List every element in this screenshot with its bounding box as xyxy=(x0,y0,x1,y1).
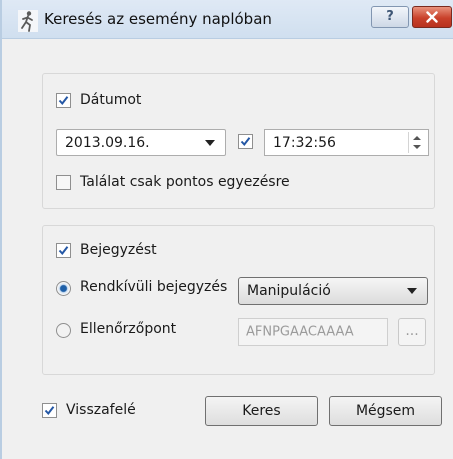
search-button[interactable]: Keres xyxy=(205,396,318,426)
help-button-label: ? xyxy=(386,9,394,24)
date-picker[interactable]: 2013.09.16. xyxy=(56,129,226,156)
entry-checkbox[interactable] xyxy=(56,243,71,258)
exact-match-checkbox[interactable] xyxy=(56,175,71,190)
time-value: 17:32:56 xyxy=(273,134,336,151)
date-checkbox[interactable] xyxy=(56,93,71,108)
browse-checkpoint-button[interactable]: ... xyxy=(398,318,426,346)
entry-checkbox-label: Bejegyzést xyxy=(80,242,157,258)
title-bar: Keresés az esemény naplóban ? xyxy=(2,0,453,39)
running-person-icon xyxy=(18,10,38,32)
backward-label: Visszafelé xyxy=(66,402,136,418)
time-spinbox[interactable]: 17:32:56 xyxy=(264,129,429,156)
check-icon xyxy=(58,246,69,256)
checkpoint-radio[interactable] xyxy=(56,323,71,338)
close-button[interactable] xyxy=(412,6,452,28)
time-checkbox[interactable] xyxy=(238,134,253,149)
spin-down-icon[interactable] xyxy=(413,145,421,149)
special-entry-select-value: Manipuláció xyxy=(247,283,331,299)
chevron-down-icon xyxy=(407,288,417,294)
cancel-button[interactable]: Mégsem xyxy=(329,396,442,426)
checkpoint-label: Ellenőrzőpont xyxy=(80,321,177,337)
date-checkbox-label: Dátumot xyxy=(80,92,142,108)
search-event-log-dialog: Keresés az esemény naplóban ? Dátumot 20… xyxy=(0,0,453,459)
checkpoint-field[interactable]: AFNPGAACAAAA xyxy=(238,318,388,346)
special-entry-label: Rendkívüli bejegyzés xyxy=(80,279,228,295)
chevron-down-icon xyxy=(205,139,215,146)
ellipsis-icon: ... xyxy=(405,323,419,339)
time-spin-buttons[interactable] xyxy=(408,132,426,153)
exact-match-label: Találat csak pontos egyezésre xyxy=(80,174,290,190)
spin-up-icon[interactable] xyxy=(413,136,421,140)
help-button[interactable]: ? xyxy=(371,6,409,28)
check-icon xyxy=(240,137,251,147)
checkpoint-value: AFNPGAACAAAA xyxy=(246,324,354,340)
backward-checkbox[interactable] xyxy=(42,403,57,418)
cancel-button-label: Mégsem xyxy=(355,403,416,419)
special-entry-radio[interactable] xyxy=(56,281,71,296)
date-value: 2013.09.16. xyxy=(65,134,150,151)
window-title: Keresés az esemény naplóban xyxy=(44,10,272,28)
search-button-label: Keres xyxy=(242,403,281,419)
check-icon xyxy=(58,96,69,106)
special-entry-select[interactable]: Manipuláció xyxy=(238,277,428,305)
check-icon xyxy=(44,406,55,416)
close-icon xyxy=(426,11,438,23)
